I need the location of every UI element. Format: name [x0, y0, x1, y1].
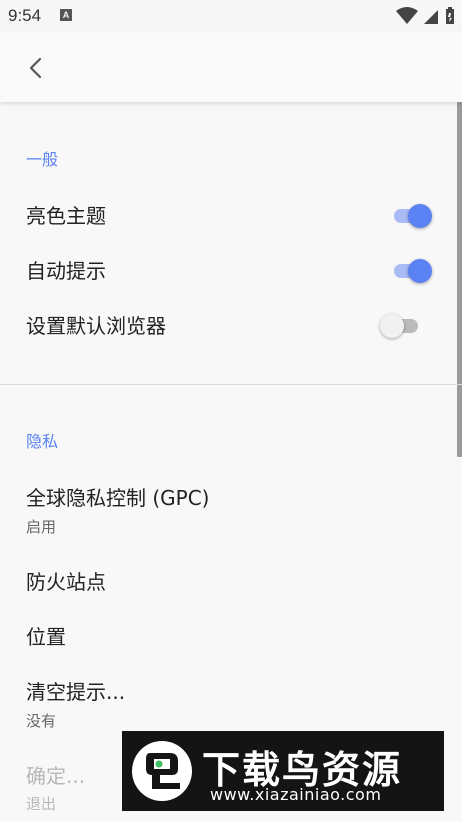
- pref-summary: 启用: [26, 518, 57, 536]
- settings-list[interactable]: 一般 亮色主题 自动提示 设置默认浏览器 隐私 全球隐私控制 (GPC) 启用 …: [0, 102, 462, 821]
- pref-title: 亮色主题: [26, 204, 106, 228]
- watermark-url: www.xiazainiao.com: [210, 785, 382, 804]
- pref-summary: 退出: [26, 795, 57, 813]
- pref-title: 自动提示: [26, 259, 106, 283]
- toolbar: [0, 32, 462, 102]
- section-header-privacy: 隐私: [26, 432, 59, 451]
- switch-thumb: [408, 204, 432, 228]
- scrollbar-thumb[interactable]: [457, 102, 462, 457]
- auto-suggest-switch[interactable]: [390, 259, 432, 283]
- status-icons: [395, 6, 456, 26]
- cell-signal-icon: [423, 10, 438, 24]
- notification-a-icon: A: [60, 9, 72, 21]
- pref-title: 设置默认浏览器: [26, 314, 166, 338]
- battery-icon: [446, 7, 454, 24]
- bird-logo-icon: [132, 741, 192, 801]
- default-browser-switch[interactable]: [380, 314, 422, 338]
- status-bar: 9:54 A: [0, 0, 462, 32]
- wifi-icon: [395, 7, 418, 24]
- switch-thumb: [408, 259, 432, 283]
- pref-title: 全球隐私控制 (GPC): [26, 486, 210, 510]
- back-button[interactable]: [18, 50, 54, 86]
- status-time: 9:54: [8, 6, 42, 25]
- watermark-banner: 下载鸟资源 www.xiazainiao.com: [122, 731, 444, 811]
- section-divider: [0, 384, 462, 385]
- light-theme-switch[interactable]: [390, 204, 432, 228]
- pref-title: 防火站点: [26, 570, 106, 594]
- section-header-general: 一般: [26, 150, 59, 169]
- pref-summary: 没有: [26, 712, 57, 730]
- switch-thumb: [380, 314, 404, 338]
- pref-title: 确定...: [26, 764, 86, 788]
- pref-title: 位置: [26, 625, 66, 649]
- back-chevron-icon: [29, 57, 42, 79]
- pref-title: 清空提示...: [26, 680, 126, 704]
